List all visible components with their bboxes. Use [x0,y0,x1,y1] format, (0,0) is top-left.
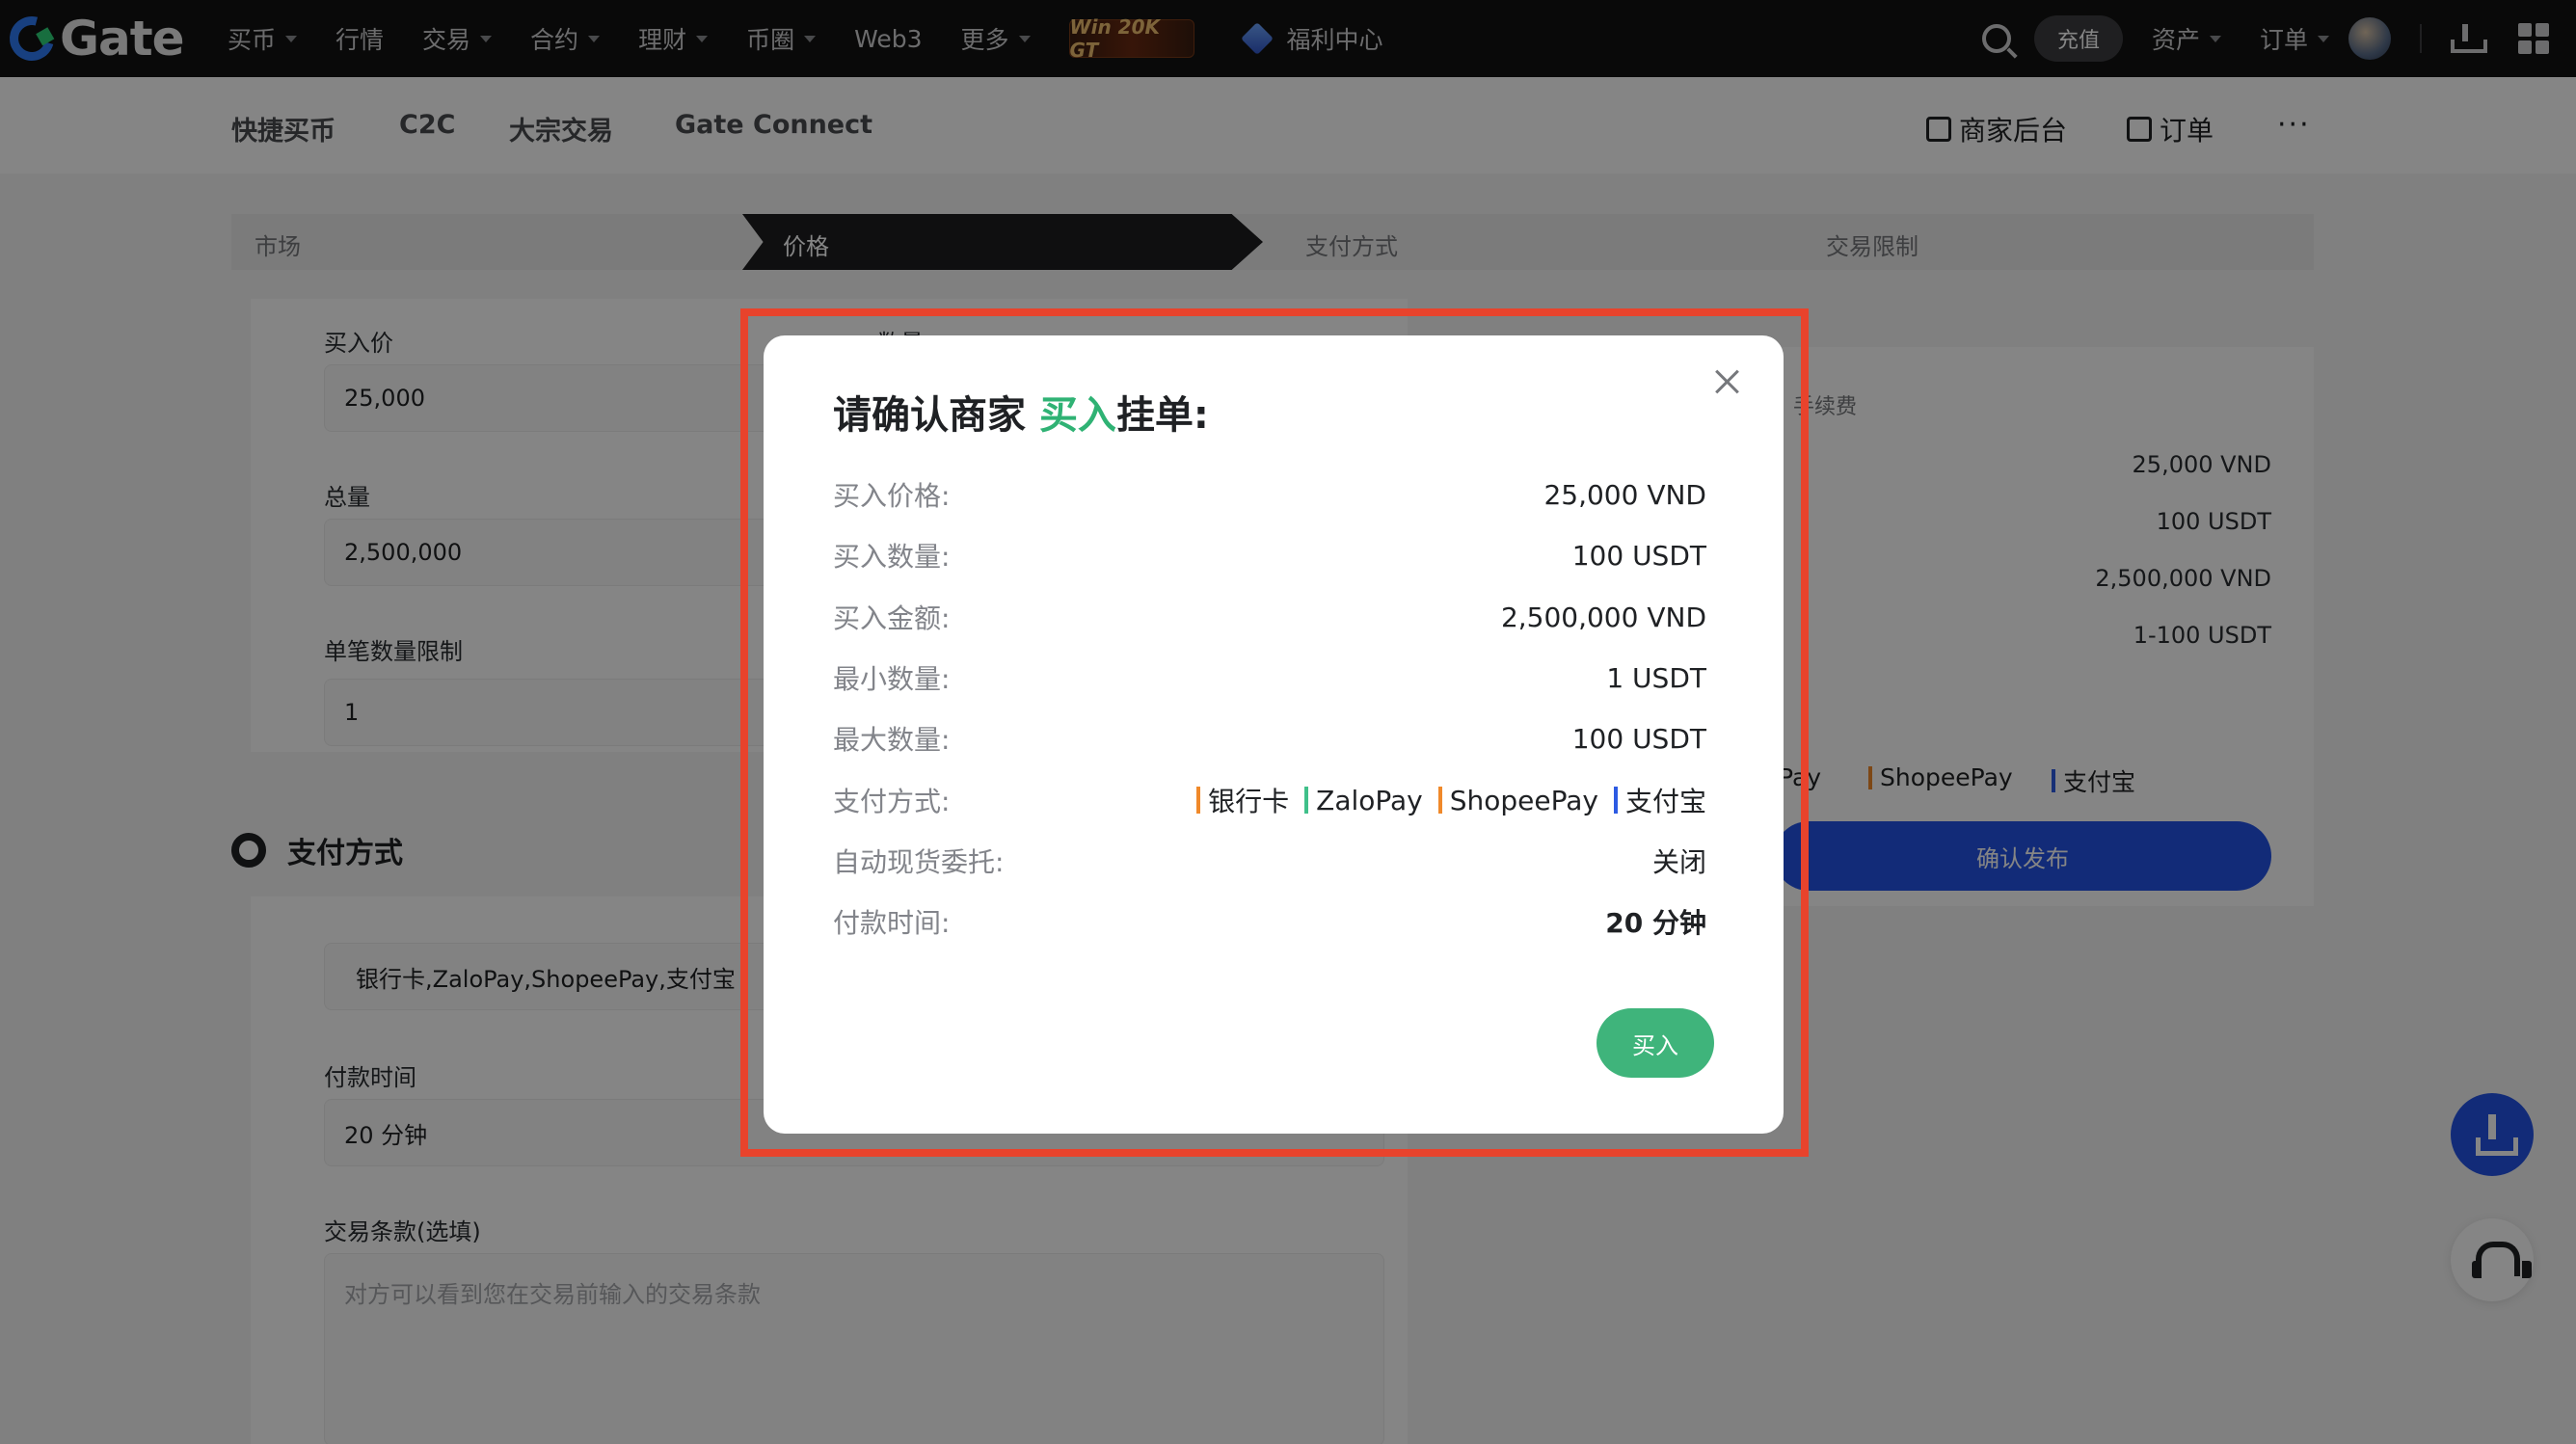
row-label: 买入价格: [833,480,951,512]
payment-method-zalopay: ZaloPay [1304,785,1423,816]
color-bar [1304,787,1309,814]
row-label: 自动现货委托: [833,846,1005,878]
title-suffix: 挂单: [1115,393,1209,438]
pm-label: ShopeePay [1449,784,1598,816]
pm-label: 支付宝 [1624,786,1706,817]
row-value: 100 USDT [1571,539,1706,572]
confirm-order-modal: 请确认商家 买入挂单: 买入价格: 25,000 VND 买入数量: 100 U… [764,335,1784,1134]
payment-method-list: 银行卡 ZaloPay ShopeePay 支付宝 [1181,781,1706,819]
payment-method-shopeepay: ShopeePay [1437,784,1598,816]
row-label: 付款时间: [833,907,951,939]
row-label: 支付方式: [833,786,951,817]
color-bar [1196,787,1201,814]
row-label: 买入数量: [833,541,951,573]
title-prefix: 请确认商家 [833,393,1039,438]
title-action: 买入 [1038,393,1116,438]
row-payment-time: 付款时间: 20 分钟 [833,902,1706,941]
row-value: 2,500,000 VND [1500,601,1706,633]
row-buy-amount: 买入金额: 2,500,000 VND [833,598,1706,636]
payment-method-bank-card: 银行卡 [1196,781,1289,819]
row-buy-price: 买入价格: 25,000 VND [833,475,1706,514]
modal-title: 请确认商家 买入挂单: [833,384,1209,440]
pm-label: ZaloPay [1316,784,1423,816]
row-label: 买入金额: [833,602,951,634]
close-icon[interactable] [1710,364,1745,399]
row-payment-methods: 支付方式: 银行卡 ZaloPay ShopeePay 支付宝 [833,781,1706,819]
color-bar [1613,787,1618,814]
row-label: 最大数量: [833,724,951,756]
pm-label: 银行卡 [1208,786,1290,817]
row-min-quantity: 最小数量: 1 USDT [833,658,1706,697]
row-max-quantity: 最大数量: 100 USDT [833,719,1706,758]
row-label: 最小数量: [833,663,951,695]
payment-method-alipay: 支付宝 [1613,781,1706,819]
buy-confirm-button[interactable]: 买入 [1597,1008,1714,1078]
row-buy-quantity: 买入数量: 100 USDT [833,536,1706,575]
row-value: 100 USDT [1571,722,1706,755]
row-value: 25,000 VND [1543,478,1706,511]
row-auto-spot: 自动现货委托: 关闭 [833,842,1706,880]
row-value: 关闭 [1651,846,1706,878]
row-value: 1 USDT [1606,661,1706,694]
row-value: 20 分钟 [1605,907,1706,939]
color-bar [1437,787,1442,814]
